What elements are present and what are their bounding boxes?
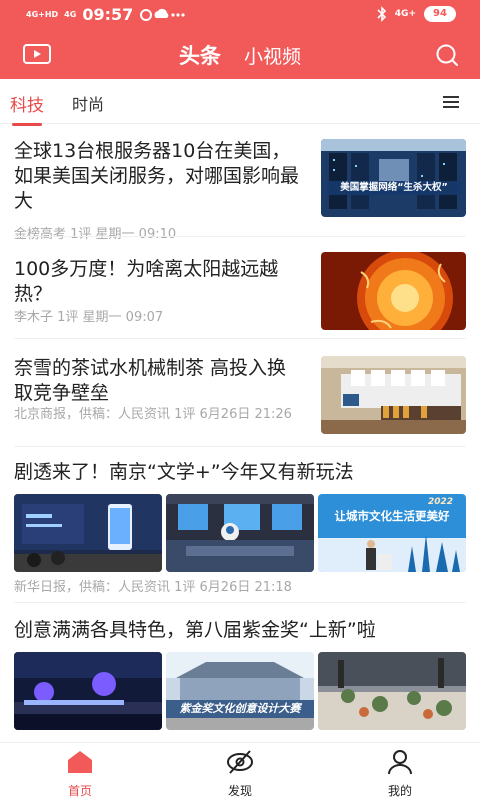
article-thumbnail[interactable]: 美国掌握网络“生杀大权” [321, 139, 466, 217]
header-tabs: 头条 小视频 [0, 40, 480, 70]
network-indicator-3: 4G+ [394, 9, 416, 19]
article-thumbnail[interactable]: 紫金奖文化创意设计大赛 [166, 652, 314, 730]
top-bar: 4G+HD 4G 09:57 4G+ 94 头条 小视频 [0, 0, 480, 79]
article-item[interactable]: 全球13台根服务器10台在美国，如果美国关闭服务，对哪国影响最大 金榜高考 1评… [14, 139, 466, 242]
bottom-nav-home[interactable]: 首页 [35, 749, 125, 799]
article-thumbnail[interactable] [321, 356, 466, 434]
article-meta: 金榜高考 1评 星期一 09:10 [14, 227, 177, 242]
category-bar: 科技 时尚 [0, 79, 480, 126]
article-thumbnail[interactable] [318, 652, 466, 730]
divider [14, 236, 466, 237]
battery-indicator: 94 [424, 6, 456, 22]
bottom-nav-discover[interactable]: 发现 [195, 749, 285, 799]
category-tab-tech[interactable]: 科技 [10, 91, 44, 126]
article-thumbnail[interactable] [166, 494, 314, 572]
notification-icon [140, 8, 185, 21]
article-meta: 北京商报，供稿：人民资讯 1评 6月26日 21:26 [14, 407, 292, 422]
bottom-nav: 首页 发现 我的 [0, 742, 480, 800]
article-item[interactable]: 剧透来了！南京“文学+”今年又有新玩法 2022 让城市文化生活更美好 新华日报… [14, 460, 466, 595]
news-feed: 全球13台根服务器10台在美国，如果美国关闭服务，对哪国影响最大 金榜高考 1评… [0, 124, 480, 742]
thumbnail-caption: 美国掌握网络“生杀大权” [340, 182, 448, 193]
category-tab-fashion[interactable]: 时尚 [72, 91, 104, 115]
status-bar: 4G+HD 4G 09:57 4G+ 94 [0, 0, 480, 30]
tab-short-video[interactable]: 小视频 [244, 42, 301, 69]
discover-icon [227, 750, 253, 774]
article-title[interactable]: 剧透来了！南京“文学+”今年又有新玩法 [14, 460, 466, 485]
clock: 09:57 [82, 5, 134, 24]
bluetooth-icon [377, 6, 386, 22]
article-thumbnail[interactable] [14, 652, 162, 730]
thumbnail-caption: 紫金奖文化创意设计大赛 [179, 702, 301, 715]
network-indicator-1: 4G+HD [26, 9, 59, 19]
thumbnail-caption: 让城市文化生活更美好 [334, 509, 450, 523]
article-title[interactable]: 奈雪的茶试水机械制茶 高投入换取竞争壁垒 [14, 356, 304, 406]
divider [14, 446, 466, 447]
thumbnail-year: 2022 [428, 497, 454, 507]
bottom-nav-profile[interactable]: 我的 [355, 749, 445, 799]
article-title[interactable]: 100多万度！为啥离太阳越远越热？ [14, 257, 309, 307]
profile-icon [388, 750, 412, 775]
bottom-nav-label: 发现 [227, 784, 252, 798]
article-thumbnail[interactable] [321, 252, 466, 330]
divider [14, 602, 466, 603]
network-indicator-2: 4G [64, 9, 77, 19]
article-meta: 李木子 1评 星期一 09:07 [14, 310, 164, 325]
article-title[interactable]: 创意满满各具特色，第八届紫金奖“上新”啦 [14, 618, 466, 643]
bottom-nav-label: 首页 [67, 784, 92, 798]
header-nav: 头条 小视频 [0, 30, 480, 79]
article-thumbnail[interactable]: 2022 让城市文化生活更美好 [318, 494, 466, 572]
menu-icon[interactable] [442, 95, 460, 109]
article-meta: 新华日报，供稿：人民资讯 1评 6月26日 21:18 [14, 580, 292, 595]
article-item[interactable]: 创意满满各具特色，第八届紫金奖“上新”啦 紫金奖文化创意设计大赛 [14, 618, 466, 730]
article-thumbnail[interactable] [14, 494, 162, 572]
home-icon [68, 751, 92, 773]
bottom-nav-label: 我的 [387, 784, 412, 798]
divider [14, 338, 466, 339]
article-title[interactable]: 全球13台根服务器10台在美国，如果美国关闭服务，对哪国影响最大 [14, 139, 302, 214]
article-item[interactable]: 100多万度！为啥离太阳越远越热？ 李木子 1评 星期一 09:07 [14, 252, 466, 330]
article-item[interactable]: 奈雪的茶试水机械制茶 高投入换取竞争壁垒 北京商报，供稿：人民资讯 1评 6月2… [14, 356, 466, 434]
tab-headlines[interactable]: 头条 [179, 40, 221, 70]
search-icon[interactable] [434, 42, 460, 68]
